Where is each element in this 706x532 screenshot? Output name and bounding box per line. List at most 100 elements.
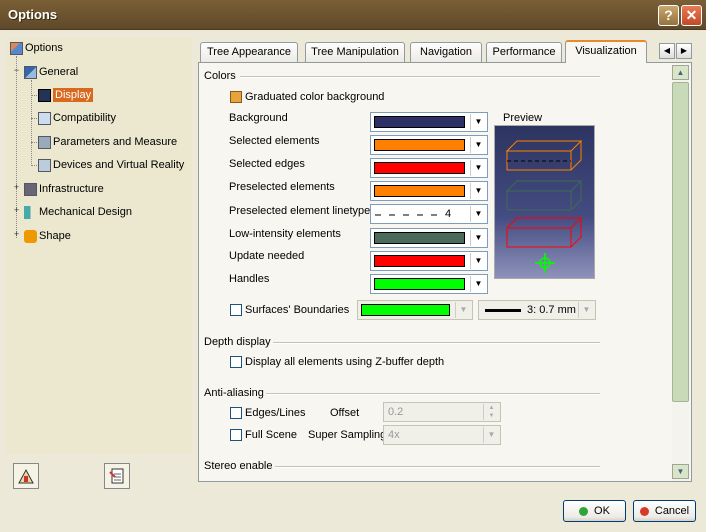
edges-lines-checkbox[interactable] — [230, 407, 242, 419]
chevron-down-icon[interactable]: ▼ — [470, 253, 486, 269]
color-label-selected-elements: Selected elements — [229, 135, 320, 147]
cancel-icon — [639, 506, 649, 516]
update-needed-color-combo[interactable]: ▼ — [370, 251, 488, 271]
preselected-elements-color-combo[interactable]: ▼ — [370, 181, 488, 201]
preselected-linetype-combo[interactable]: 4 ▼ — [370, 204, 488, 224]
divider — [266, 393, 600, 395]
tree-item-label: General — [39, 66, 79, 78]
full-scene-checkbox[interactable] — [230, 429, 242, 441]
tree-item-display[interactable]: Display — [38, 86, 94, 104]
surfaces-boundaries-label: Surfaces' Boundaries — [245, 304, 350, 316]
vertical-scrollbar[interactable]: ▲ ▼ — [672, 65, 689, 481]
title-bar: Options ? ✕ — [0, 0, 706, 30]
tree-item-label: Infrastructure — [39, 183, 104, 195]
selected-edges-color-combo[interactable]: ▼ — [370, 158, 488, 178]
spin-down-icon[interactable]: ▼ — [483, 412, 499, 420]
tab-tree-appearance[interactable]: Tree Appearance — [200, 42, 298, 62]
tab-scroll-left-icon[interactable]: ◀ — [659, 43, 675, 59]
low-intensity-color-combo[interactable]: ▼ — [370, 228, 488, 248]
surfaces-boundaries-checkbox[interactable] — [230, 304, 242, 316]
divider — [275, 466, 600, 468]
full-scene-label: Full Scene — [245, 429, 297, 441]
color-label-preselected-elements: Preselected elements — [229, 181, 335, 193]
chevron-down-icon[interactable]: ▼ — [455, 302, 471, 318]
tree-item-infrastructure[interactable]: Infrastructure — [24, 180, 104, 198]
general-icon — [24, 65, 37, 79]
ok-button[interactable]: OK — [563, 500, 626, 522]
offset-value: 0.2 — [388, 406, 404, 418]
tree-item-label: Shape — [39, 230, 71, 242]
chevron-down-icon[interactable]: ▼ — [483, 427, 499, 443]
surfaces-thickness-combo[interactable]: 3: 0.7 mm ▼ — [478, 300, 596, 320]
color-swatch — [361, 304, 450, 316]
devices-icon — [38, 158, 51, 172]
expand-toggle[interactable]: + — [12, 206, 21, 216]
spin-up-icon[interactable]: ▲ — [483, 404, 499, 412]
scroll-down-icon[interactable]: ▼ — [672, 464, 689, 479]
chevron-down-icon[interactable]: ▼ — [470, 114, 486, 130]
chevron-down-icon[interactable]: ▼ — [578, 302, 594, 318]
dashed-line-icon — [375, 214, 439, 216]
colors-section-title: Colors — [204, 70, 236, 82]
close-icon[interactable]: ✕ — [681, 5, 702, 26]
super-sampling-combo[interactable]: 4x ▼ — [383, 425, 501, 445]
cancel-button[interactable]: Cancel — [633, 500, 696, 522]
reset-options-icon[interactable] — [13, 463, 39, 489]
expand-toggle[interactable]: − — [12, 66, 21, 76]
expand-toggle[interactable]: + — [12, 183, 21, 193]
parameters-icon — [38, 135, 51, 149]
selected-elements-color-combo[interactable]: ▼ — [370, 135, 488, 155]
tree-item-compatibility[interactable]: Compatibility — [38, 109, 116, 127]
scroll-up-icon[interactable]: ▲ — [672, 65, 689, 80]
expand-toggle[interactable]: + — [12, 230, 21, 240]
color-label-preselected-linetype: Preselected element linetype — [229, 205, 371, 217]
tab-performance[interactable]: Performance — [486, 42, 562, 62]
chevron-down-icon[interactable]: ▼ — [470, 160, 486, 176]
antialiasing-section-title: Anti-aliasing — [204, 387, 264, 399]
compatibility-icon — [38, 111, 51, 125]
tab-bar: Tree Appearance Tree Manipulation Naviga… — [198, 40, 698, 63]
tree-item-parameters[interactable]: Parameters and Measure — [38, 133, 177, 151]
tree-item-general[interactable]: General — [24, 63, 78, 81]
infrastructure-icon — [24, 182, 37, 196]
tab-navigation[interactable]: Navigation — [410, 42, 482, 62]
chevron-down-icon[interactable]: ▼ — [470, 206, 486, 222]
divider — [273, 342, 600, 344]
ok-icon — [579, 506, 589, 516]
dump-parameters-icon[interactable] — [104, 463, 130, 489]
shape-icon — [24, 229, 37, 243]
tree-item-label: Compatibility — [53, 112, 116, 124]
scroll-thumb[interactable] — [672, 82, 689, 402]
tree-item-label: Display — [53, 88, 94, 102]
stereo-section-title: Stereo enable — [204, 460, 273, 472]
cancel-label: Cancel — [654, 505, 690, 517]
color-label-background: Background — [229, 112, 288, 124]
tree-item-label: Devices and Virtual Reality — [53, 159, 185, 171]
chevron-down-icon[interactable]: ▼ — [470, 137, 486, 153]
chevron-down-icon[interactable]: ▼ — [470, 183, 486, 199]
tree-item-mechanical-design[interactable]: Mechanical Design — [24, 203, 132, 221]
tab-visualization[interactable]: Visualization — [565, 40, 647, 63]
tab-tree-manipulation[interactable]: Tree Manipulation — [305, 42, 405, 62]
color-swatch — [374, 139, 465, 151]
tree-item-options[interactable]: Options — [10, 39, 63, 57]
question-icon[interactable]: ? — [658, 5, 679, 26]
tree-item-label: Options — [25, 42, 63, 54]
color-swatch — [374, 162, 465, 174]
color-swatch — [374, 255, 465, 267]
offset-spinner[interactable]: 0.2 ▲ ▼ — [383, 402, 501, 422]
background-color-combo[interactable]: ▼ — [370, 112, 488, 132]
surfaces-color-combo[interactable]: ▼ — [357, 300, 473, 320]
tree-item-devices[interactable]: Devices and Virtual Reality — [38, 156, 184, 174]
graduated-background-checkbox[interactable] — [230, 91, 242, 103]
handles-color-combo[interactable]: ▼ — [370, 274, 488, 294]
color-label-selected-edges: Selected edges — [229, 158, 305, 170]
chevron-down-icon[interactable]: ▼ — [470, 230, 486, 246]
tree-item-shape[interactable]: Shape — [24, 227, 71, 245]
color-swatch — [374, 185, 465, 197]
tab-scroll-right-icon[interactable]: ▶ — [676, 43, 692, 59]
options-icon — [10, 41, 23, 55]
divider — [240, 76, 600, 78]
chevron-down-icon[interactable]: ▼ — [470, 276, 486, 292]
zbuffer-checkbox[interactable] — [230, 356, 242, 368]
